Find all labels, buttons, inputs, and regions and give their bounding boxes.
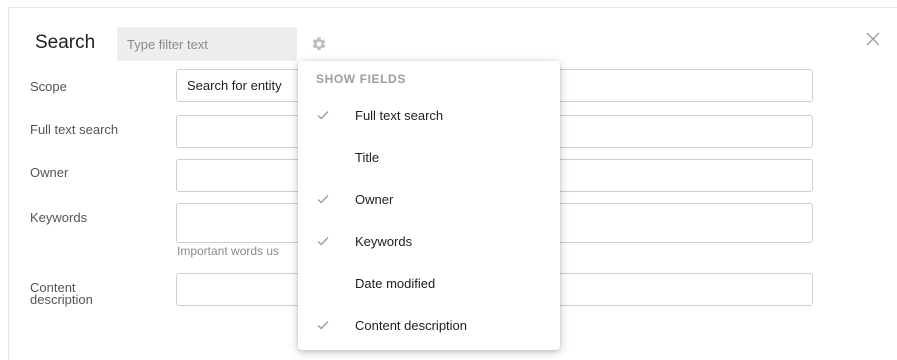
menu-item-title[interactable]: Title	[298, 140, 560, 176]
menu-item-label: Owner	[355, 192, 394, 207]
menu-item-keywords[interactable]: Keywords	[298, 224, 560, 260]
check-icon	[317, 111, 329, 120]
menu-item-content-description[interactable]: Content description	[298, 308, 560, 344]
filter-input[interactable]	[117, 27, 297, 61]
full-text-search-label: Full text search	[30, 122, 119, 137]
scope-label: Scope	[30, 79, 67, 94]
menu-item-label: Full text search	[355, 108, 444, 123]
check-icon	[317, 321, 329, 330]
check-icon	[317, 195, 329, 204]
menu-item-date-modified[interactable]: Date modified	[298, 266, 560, 302]
keywords-label: Keywords	[30, 210, 88, 225]
menu-header: SHOW FIELDS	[316, 72, 406, 86]
keywords-hint: Important words us	[177, 244, 280, 258]
dialog-title: Search	[35, 32, 96, 53]
menu-item-full-text-search[interactable]: Full text search	[298, 98, 560, 134]
close-icon[interactable]	[864, 30, 882, 48]
menu-item-label: Content description	[355, 318, 468, 333]
menu-item-label: Date modified	[355, 276, 436, 291]
menu-item-owner[interactable]: Owner	[298, 182, 560, 218]
gear-icon[interactable]	[311, 36, 327, 52]
menu-item-label: Keywords	[355, 234, 413, 249]
check-icon	[317, 237, 329, 246]
owner-label: Owner	[30, 165, 69, 180]
content-description-label: Content description	[30, 280, 93, 307]
menu-item-label: Title	[355, 150, 380, 165]
show-fields-menu: SHOW FIELDS Full text search Title Owner…	[298, 61, 560, 350]
